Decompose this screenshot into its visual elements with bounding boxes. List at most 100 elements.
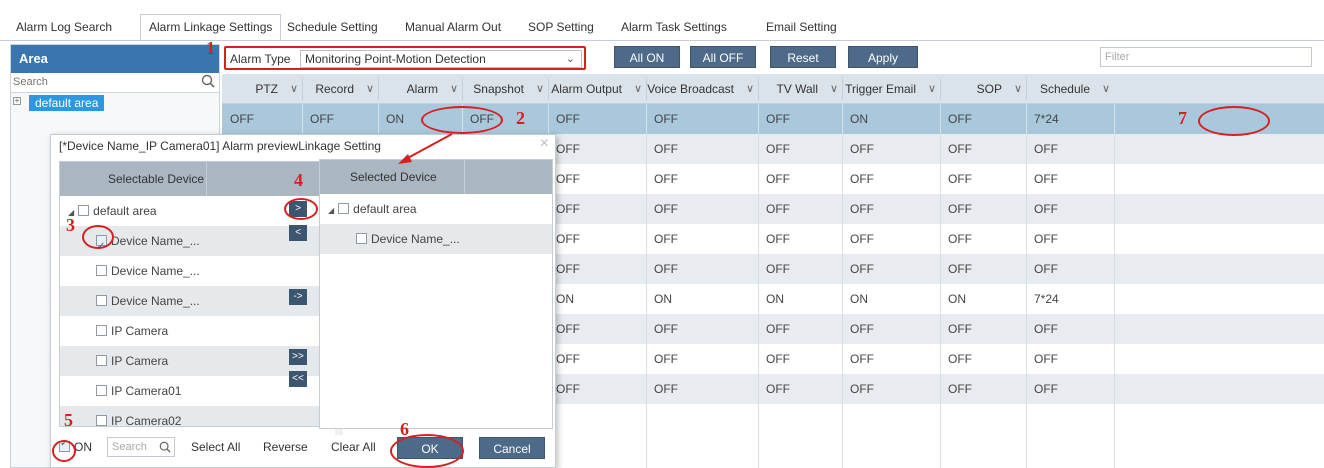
table-cell[interactable]: OFF <box>1026 224 1114 254</box>
table-cell[interactable]: OFF <box>842 164 940 194</box>
list-item[interactable]: IP Camera <box>60 316 334 346</box>
device-checkbox[interactable] <box>78 205 90 216</box>
move-all-left-button[interactable]: << <box>289 371 307 387</box>
table-cell[interactable]: OFF <box>758 254 842 284</box>
table-cell[interactable]: OFF <box>940 224 1026 254</box>
clear-all-link[interactable]: Clear All <box>331 440 376 454</box>
column-header[interactable]: Trigger Email ∨ <box>842 74 940 104</box>
table-cell[interactable]: OFF <box>940 164 1026 194</box>
move-all-right-button[interactable]: >> <box>289 349 307 365</box>
chevron-down-icon[interactable]: ∨ <box>366 74 374 104</box>
table-cell[interactable]: OFF <box>548 344 646 374</box>
select-all-link[interactable]: Select All <box>191 440 240 454</box>
column-header[interactable]: TV Wall ∨ <box>758 74 842 104</box>
move-left-button[interactable]: < <box>289 225 307 241</box>
search-icon[interactable] <box>159 441 171 453</box>
chevron-down-icon[interactable]: ∨ <box>1102 74 1110 104</box>
table-cell[interactable]: OFF <box>1026 374 1114 404</box>
tab-alarm-linkage-settings[interactable]: Alarm Linkage Settings <box>140 14 282 41</box>
device-checkbox[interactable] <box>356 233 367 244</box>
table-cell[interactable]: OFF <box>940 254 1026 284</box>
column-header[interactable]: Snapshot ∨ <box>462 74 548 104</box>
device-checkbox[interactable] <box>96 385 107 396</box>
all-on-button[interactable]: All ON <box>614 46 680 68</box>
list-item[interactable]: Device Name_... <box>320 224 552 254</box>
tab-email-setting[interactable]: Email Setting <box>766 16 837 38</box>
table-cell[interactable]: OFF <box>842 224 940 254</box>
table-cell[interactable]: OFF <box>758 164 842 194</box>
column-header[interactable]: Alarm preview∨ <box>378 74 462 126</box>
chevron-down-icon[interactable]: ∨ <box>928 74 936 104</box>
apply-button[interactable]: Apply <box>848 46 918 68</box>
table-cell[interactable]: OFF <box>1026 134 1114 164</box>
table-cell[interactable]: OFF <box>940 374 1026 404</box>
collapse-icon[interactable]: ◢ <box>328 196 334 226</box>
table-cell[interactable]: OFF <box>548 194 646 224</box>
table-cell[interactable]: OFF <box>1026 314 1114 344</box>
table-cell[interactable]: OFF <box>548 104 646 134</box>
table-cell[interactable]: OFF <box>842 254 940 284</box>
chevron-down-icon[interactable]: ∨ <box>634 74 642 104</box>
table-cell[interactable]: OFF <box>940 314 1026 344</box>
tab-schedule-setting[interactable]: Schedule Setting <box>287 16 378 38</box>
device-checkbox[interactable] <box>96 355 107 366</box>
table-cell[interactable]: OFF <box>646 344 758 374</box>
table-cell[interactable]: ON <box>758 284 842 314</box>
table-cell[interactable]: OFF <box>758 374 842 404</box>
table-cell[interactable]: OFF <box>646 374 758 404</box>
table-cell[interactable]: OFF <box>1026 164 1114 194</box>
tab-alarm-task-settings[interactable]: Alarm Task Settings <box>621 16 727 38</box>
table-cell[interactable]: OFF <box>646 254 758 284</box>
table-cell[interactable]: ON <box>842 284 940 314</box>
table-cell[interactable]: OFF <box>646 314 758 344</box>
tree-node-default-area[interactable]: default area <box>29 95 105 111</box>
list-item[interactable]: Device Name_... <box>60 256 334 286</box>
table-cell[interactable]: OFF <box>940 344 1026 374</box>
tree-row-default-area[interactable]: + default area <box>11 93 219 113</box>
table-cell[interactable]: OFF <box>842 314 940 344</box>
device-checkbox[interactable] <box>96 415 107 426</box>
area-search-input[interactable] <box>11 73 191 91</box>
table-cell[interactable]: OFF <box>1026 344 1114 374</box>
chevron-down-icon[interactable]: ∨ <box>290 74 298 104</box>
list-item[interactable]: IP Camera02 <box>60 406 334 426</box>
device-checkbox[interactable] <box>96 265 107 276</box>
table-cell[interactable]: OFF <box>548 374 646 404</box>
chevron-down-icon[interactable]: ∨ <box>746 74 754 104</box>
table-cell[interactable]: OFF <box>758 104 842 134</box>
table-cell[interactable]: OFF <box>1026 194 1114 224</box>
table-cell[interactable]: OFF <box>222 104 302 134</box>
device-checkbox[interactable] <box>96 325 107 336</box>
chevron-down-icon[interactable]: ∨ <box>536 74 544 104</box>
device-checkbox[interactable] <box>96 295 107 306</box>
column-header[interactable]: PTZ Control∨ <box>222 74 302 126</box>
table-cell[interactable]: OFF <box>548 254 646 284</box>
table-cell[interactable]: OFF <box>1026 254 1114 284</box>
table-cell[interactable]: OFF <box>548 134 646 164</box>
table-cell[interactable]: OFF <box>940 104 1026 134</box>
reverse-link[interactable]: Reverse <box>263 440 308 454</box>
table-cell[interactable]: ON <box>842 104 940 134</box>
tab-manual-alarm-out[interactable]: Manual Alarm Out <box>405 16 501 38</box>
table-cell[interactable]: OFF <box>842 194 940 224</box>
column-header[interactable]: Schedule ∨ <box>1026 74 1114 104</box>
close-icon[interactable]: × <box>540 135 549 153</box>
column-header[interactable]: Voice Broadcast ∨ <box>646 74 758 104</box>
table-cell[interactable]: OFF <box>940 194 1026 224</box>
chevron-down-icon[interactable]: ∨ <box>1014 74 1022 104</box>
cancel-button[interactable]: Cancel <box>479 437 545 459</box>
table-cell[interactable]: OFF <box>758 344 842 374</box>
table-cell[interactable]: OFF <box>842 344 940 374</box>
table-cell[interactable]: OFF <box>646 194 758 224</box>
table-cell[interactable]: OFF <box>758 224 842 254</box>
chevron-down-icon[interactable]: ∨ <box>450 74 458 104</box>
tab-alarm-log-search[interactable]: Alarm Log Search <box>16 16 112 38</box>
table-cell[interactable]: ON <box>646 284 758 314</box>
reset-button[interactable]: Reset <box>770 46 836 68</box>
device-search-input[interactable]: Search <box>107 437 175 457</box>
expand-icon[interactable]: + <box>13 97 21 105</box>
filter-input[interactable]: Filter <box>1100 47 1312 67</box>
table-row[interactable]: OFF OFF ON OFF OFF OFF OFF ON OFF 7*24 <box>222 104 1324 134</box>
table-cell[interactable]: OFF <box>646 224 758 254</box>
table-cell[interactable]: OFF <box>646 164 758 194</box>
